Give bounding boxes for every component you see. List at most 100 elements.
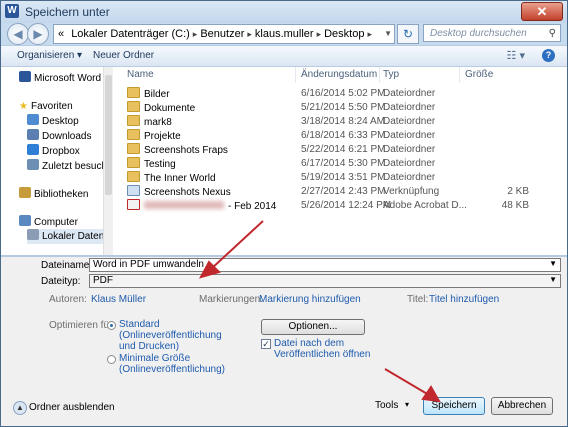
tools-dropdown-icon[interactable]: ▾	[405, 400, 409, 409]
column-separator[interactable]	[295, 67, 296, 83]
folder-icon	[127, 157, 140, 168]
scrollbar-thumb[interactable]	[105, 75, 112, 195]
save-button[interactable]: Speichern	[423, 397, 485, 415]
tags-label: Markierungen:	[199, 294, 263, 305]
file-date: 6/17/2014 5:30 PM	[301, 158, 386, 169]
column-separator[interactable]	[379, 67, 380, 83]
file-row-screenshots-fraps[interactable]: Screenshots Fraps 5/22/2014 6:21 PM Date…	[119, 143, 565, 157]
file-name-text: - Feb 2014	[228, 201, 277, 212]
file-type: Dateiordner	[383, 130, 436, 141]
sidebar-item-favoriten[interactable]: ★ Favoriten	[19, 99, 73, 114]
drive-icon	[27, 229, 39, 240]
chevron-down-icon[interactable]: ▼	[549, 258, 557, 270]
breadcrumb-overflow[interactable]: «	[58, 28, 64, 40]
file-date: 6/16/2014 5:02 PM	[301, 88, 386, 99]
file-name-text: Screenshots Fraps	[144, 145, 228, 156]
cancel-button[interactable]: Abbrechen	[491, 397, 553, 415]
computer-icon	[19, 215, 31, 226]
sidebar-item-dropbox[interactable]: Dropbox	[27, 144, 80, 159]
breadcrumb-separator[interactable]: ▸	[317, 29, 322, 39]
file-row-bilder[interactable]: Bilder 6/16/2014 5:02 PM Dateiordner	[119, 87, 565, 101]
breadcrumb-desktop[interactable]: Desktop	[324, 28, 364, 40]
optimize-minimal-radio[interactable]	[107, 355, 116, 364]
breadcrumb-separator[interactable]: ▸	[193, 29, 198, 39]
sidebar-item-local-drive[interactable]: Lokaler Datenträ	[27, 229, 103, 244]
file-date: 3/18/2014 8:24 AM	[301, 116, 385, 127]
tags-value[interactable]: Markierung hinzufügen	[259, 294, 361, 305]
back-button[interactable]: ◀	[7, 23, 29, 45]
file-type: Dateiordner	[383, 102, 436, 113]
file-row-testing[interactable]: Testing 6/17/2014 5:30 PM Dateiordner	[119, 157, 565, 171]
file-date: 2/27/2014 2:43 PM	[301, 186, 386, 197]
breadcrumb-user-folder[interactable]: klaus.muller	[255, 28, 314, 40]
file-type: Dateiordner	[383, 158, 436, 169]
file-row-projekte[interactable]: Projekte 6/18/2014 6:33 PM Dateiordner	[119, 129, 565, 143]
organize-menu-button[interactable]: Organisieren ▾	[17, 50, 82, 61]
new-folder-button[interactable]: Neuer Ordner	[93, 50, 154, 61]
filetype-value: PDF	[93, 275, 113, 286]
file-row-dokumente[interactable]: Dokumente 5/21/2014 5:50 PM Dateiordner	[119, 101, 565, 115]
breadcrumb-separator[interactable]: ▸	[247, 29, 252, 39]
folder-icon	[127, 171, 140, 182]
file-name: Testing	[127, 157, 176, 172]
help-icon[interactable]: ?	[542, 49, 555, 62]
sidebar-item-microsoft-word[interactable]: Microsoft Word	[19, 71, 101, 86]
sidebar-item-downloads[interactable]: Downloads	[27, 129, 91, 144]
authors-value[interactable]: Klaus Müller	[91, 294, 146, 305]
search-input[interactable]: Desktop durchsuchen ⚲	[423, 24, 561, 42]
navigation-pane-scrollbar[interactable]	[103, 67, 113, 255]
filetype-select[interactable]: PDF ▼	[89, 274, 561, 288]
sidebar-item-label: Bibliotheken	[34, 189, 89, 200]
column-header-date[interactable]: Änderungsdatum	[301, 69, 377, 80]
search-icon[interactable]: ⚲	[549, 25, 556, 43]
file-row-pdf-document[interactable]: - Feb 2014 5/26/2014 12:24 PM Adobe Acro…	[119, 199, 565, 213]
file-name: Screenshots Fraps	[127, 143, 228, 158]
filename-label: Dateiname:	[41, 260, 93, 271]
navigation-pane: Microsoft Word ★ Favoriten Desktop Downlo…	[1, 67, 103, 255]
optimize-standard-radio[interactable]	[107, 321, 116, 330]
file-row-mark8[interactable]: mark8 3/18/2014 8:24 AM Dateiordner	[119, 115, 565, 129]
optimize-standard-label[interactable]: Standard (Onlineveröffentlichung und Dru…	[119, 319, 222, 352]
title-label: Titel:	[407, 294, 429, 305]
optimize-minimal-label[interactable]: Minimale Größe (Onlineveröffentlichung)	[119, 353, 225, 375]
column-header-size[interactable]: Größe	[465, 69, 493, 80]
file-name: Projekte	[127, 129, 181, 144]
sidebar-item-label: Downloads	[42, 131, 92, 142]
column-separator[interactable]	[459, 67, 460, 83]
close-button[interactable]: ✕	[521, 2, 563, 21]
chevron-down-icon[interactable]: ▼	[549, 274, 557, 286]
folder-icon	[127, 115, 140, 126]
downloads-icon	[27, 129, 39, 140]
address-dropdown-icon[interactable]: ▼	[384, 25, 392, 43]
breadcrumb-separator[interactable]: ▸	[367, 29, 372, 39]
title-value[interactable]: Titel hinzufügen	[429, 294, 499, 305]
sidebar-item-libraries[interactable]: Bibliotheken	[19, 187, 88, 202]
column-header-name[interactable]: Name	[127, 69, 154, 80]
chevron-up-icon[interactable]: ▲	[13, 401, 27, 415]
filename-input[interactable]: Word in PDF umwandeln ▼	[89, 258, 561, 272]
column-header-type[interactable]: Typ	[383, 69, 399, 80]
open-after-publish-checkbox[interactable]: ✓	[261, 339, 271, 349]
change-view-icon[interactable]: ☷ ▾	[507, 49, 525, 62]
breadcrumb-users[interactable]: Benutzer	[200, 28, 244, 40]
breadcrumb-drive[interactable]: Lokaler Datenträger (C:)	[71, 28, 190, 40]
open-after-publish-label[interactable]: Datei nach dem Veröffentlichen öffnen	[274, 338, 374, 360]
hide-folders-button[interactable]: Ordner ausblenden	[29, 402, 115, 413]
file-size: 2 KB	[507, 186, 529, 197]
sidebar-item-recent[interactable]: Zuletzt besucht	[27, 159, 103, 174]
sidebar-item-label: Zuletzt besucht	[42, 161, 103, 172]
sidebar-item-computer[interactable]: Computer	[19, 215, 78, 230]
sidebar-item-desktop[interactable]: Desktop	[27, 114, 79, 129]
refresh-button[interactable]: ↻	[397, 24, 419, 44]
redacted-filename	[144, 201, 224, 209]
file-row-screenshots-nexus[interactable]: Screenshots Nexus 2/27/2014 2:43 PM Verk…	[119, 185, 565, 199]
options-button[interactable]: Optionen...	[261, 319, 365, 335]
word-app-icon: W	[5, 4, 19, 18]
address-bar[interactable]: « Lokaler Datenträger (C:) ▸ Benutzer ▸ klau…	[53, 24, 395, 44]
forward-button[interactable]: ▶	[27, 23, 49, 45]
dialog-title: Speichern unter	[25, 5, 110, 19]
filename-value: Word in PDF umwandeln	[93, 259, 204, 270]
file-row-the-inner-world[interactable]: The Inner World 5/19/2014 3:51 PM Dateio…	[119, 171, 565, 185]
sidebar-item-label: Computer	[34, 217, 78, 228]
tools-menu-button[interactable]: Tools	[375, 400, 398, 411]
